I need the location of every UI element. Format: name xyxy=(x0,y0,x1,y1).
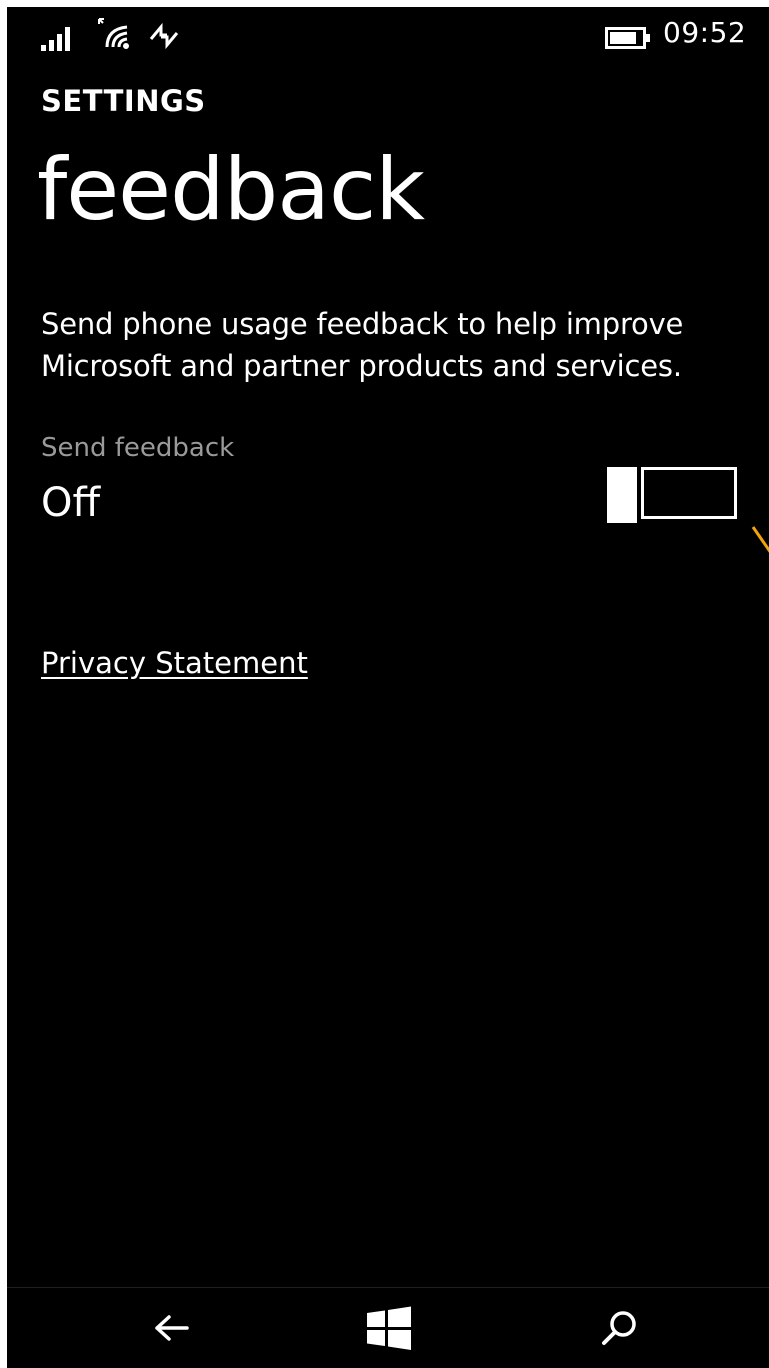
page-title: feedback xyxy=(37,140,425,240)
send-feedback-toggle[interactable] xyxy=(607,467,741,523)
back-arrow-icon xyxy=(155,1315,189,1341)
windows-button[interactable] xyxy=(365,1304,413,1352)
privacy-statement-link[interactable]: Privacy Statement xyxy=(41,643,308,683)
accent-swipe-mark xyxy=(751,526,769,553)
toggle-track xyxy=(641,467,737,519)
data-sync-icon xyxy=(149,22,179,50)
signal-bars-icon xyxy=(41,27,70,51)
status-bar: 09:52 xyxy=(7,7,769,59)
back-button[interactable] xyxy=(147,1304,195,1352)
search-icon xyxy=(602,1311,636,1345)
send-feedback-label: Send feedback xyxy=(41,433,235,463)
phone-screen: 09:52 SETTINGS feedback Send phone usage… xyxy=(7,7,769,1368)
search-button[interactable] xyxy=(595,1304,643,1352)
windows-logo-icon xyxy=(367,1306,411,1350)
app-title: SETTINGS xyxy=(41,84,206,118)
toggle-thumb[interactable] xyxy=(607,467,637,523)
wifi-icon xyxy=(98,18,129,49)
battery-icon xyxy=(605,27,650,49)
navigation-bar xyxy=(7,1287,769,1368)
send-feedback-state[interactable]: Off xyxy=(41,477,100,529)
status-clock: 09:52 xyxy=(663,16,747,49)
feedback-description: Send phone usage feedback to help improv… xyxy=(41,307,684,383)
